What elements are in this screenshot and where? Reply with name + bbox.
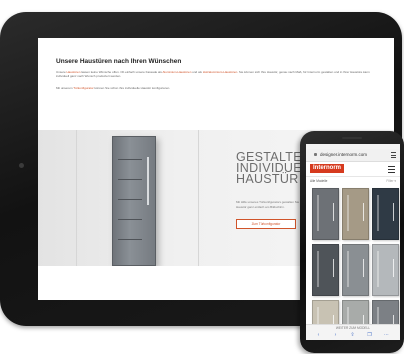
speaker-icon bbox=[342, 137, 362, 139]
door-glass bbox=[347, 195, 349, 231]
door-glass bbox=[377, 195, 379, 231]
site-header: Internorm bbox=[306, 162, 400, 177]
banner-divider bbox=[198, 130, 199, 266]
camera-icon bbox=[19, 163, 24, 168]
configurator-paragraph: Mit unserem Türkonfigurator können Sie s… bbox=[56, 86, 374, 90]
smartphone-device: designer.internorm.com Internorm Alle Mo… bbox=[300, 131, 404, 353]
more-icon[interactable]: ⋯ bbox=[384, 333, 389, 338]
banner-subtext: Mit Hilfe unseres Türkonfigurators gesta… bbox=[236, 200, 306, 209]
door-handle bbox=[363, 259, 364, 277]
configurator-link[interactable]: Türkonfigurator bbox=[73, 86, 93, 90]
phone-screen: designer.internorm.com Internorm Alle Mo… bbox=[306, 144, 400, 340]
door-thumbnail[interactable] bbox=[342, 244, 369, 296]
bottom-label: WEITER ZUM MODELL bbox=[335, 326, 371, 330]
door-thumbnail[interactable] bbox=[312, 188, 339, 240]
door-groove bbox=[118, 219, 142, 220]
door-glass bbox=[347, 251, 349, 287]
door-thumbnail[interactable] bbox=[372, 188, 399, 240]
hamburger-icon[interactable] bbox=[388, 166, 395, 175]
door-thumbnail[interactable] bbox=[312, 244, 339, 296]
filter-dropdown[interactable]: Filter ▾ bbox=[386, 179, 396, 183]
door-handle bbox=[393, 203, 394, 221]
browser-menu-icon[interactable] bbox=[391, 152, 396, 158]
address-bar[interactable]: designer.internorm.com bbox=[306, 149, 400, 162]
share-icon[interactable]: ⇪ bbox=[350, 333, 355, 338]
door-groove bbox=[118, 159, 142, 160]
filter-label: Alle Modelle bbox=[310, 179, 328, 183]
door-groove bbox=[118, 179, 142, 180]
filter-row: Alle Modelle Filter ▾ bbox=[306, 178, 400, 186]
banner-divider bbox=[76, 130, 77, 266]
aluminium-link[interactable]: Aluminium-Haustüren bbox=[163, 70, 192, 74]
door-handle bbox=[333, 259, 334, 277]
door-handle bbox=[363, 203, 364, 221]
door-image bbox=[112, 136, 156, 266]
door-glass bbox=[317, 195, 319, 231]
url-text: designer.internorm.com bbox=[320, 152, 368, 157]
lock-icon bbox=[314, 153, 317, 156]
forward-icon[interactable]: › bbox=[333, 333, 338, 338]
page-heading: Unsere Haustüren nach Ihren Wünschen bbox=[56, 58, 182, 65]
door-glass bbox=[377, 251, 379, 287]
door-glass bbox=[317, 251, 319, 287]
door-handle bbox=[393, 259, 394, 277]
door-groove bbox=[118, 239, 142, 240]
tabs-icon[interactable]: ❐ bbox=[367, 333, 372, 338]
internorm-logo[interactable]: Internorm bbox=[310, 164, 345, 173]
config-text: Mit unserem bbox=[56, 86, 74, 90]
config-text: können Sie schon ihre individuelle Haust… bbox=[93, 86, 171, 90]
door-groove bbox=[118, 199, 142, 200]
intro-paragraph: Unsere Haustüren lassen keine Wünsche of… bbox=[56, 70, 374, 78]
holzalu-link[interactable]: Holzaluminium-Haustüren bbox=[203, 70, 238, 74]
door-thumbnail[interactable] bbox=[372, 244, 399, 296]
door-handle bbox=[333, 203, 334, 221]
back-icon[interactable]: ‹ bbox=[316, 333, 321, 338]
intro-text: und als bbox=[191, 70, 203, 74]
bottom-toolbar: WEITER ZUM MODELL ‹ › ⇪ ❐ ⋯ bbox=[306, 324, 400, 340]
door-thumbnail[interactable] bbox=[342, 188, 369, 240]
configurator-button[interactable]: Zum Türkonfigurator bbox=[236, 219, 296, 229]
door-handle bbox=[147, 157, 149, 205]
